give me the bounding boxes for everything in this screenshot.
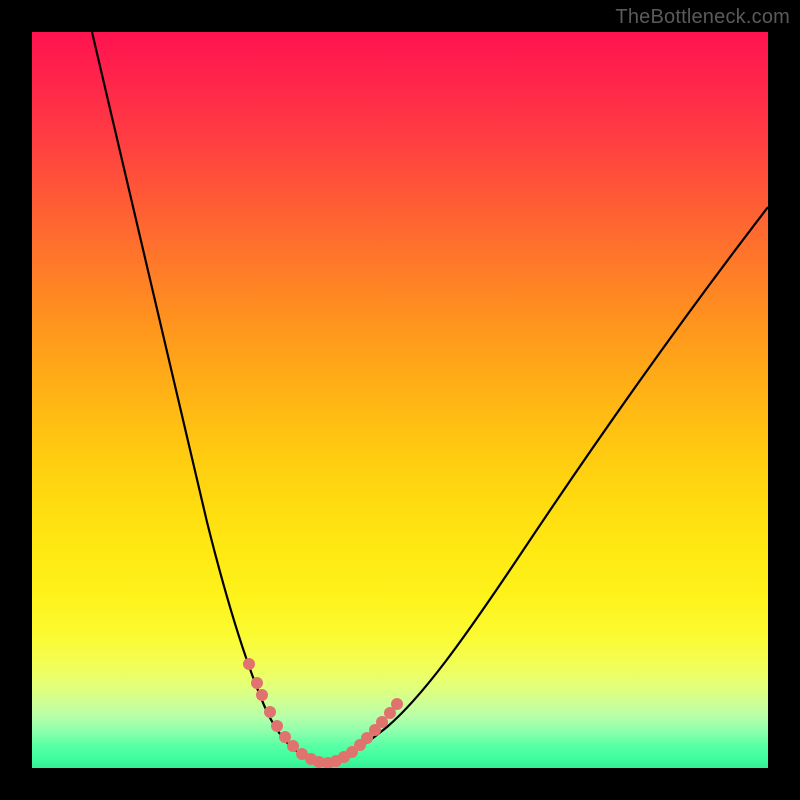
gradient-background (32, 32, 768, 768)
chart-container: TheBottleneck.com (0, 0, 800, 800)
watermark-text: TheBottleneck.com (615, 6, 790, 29)
